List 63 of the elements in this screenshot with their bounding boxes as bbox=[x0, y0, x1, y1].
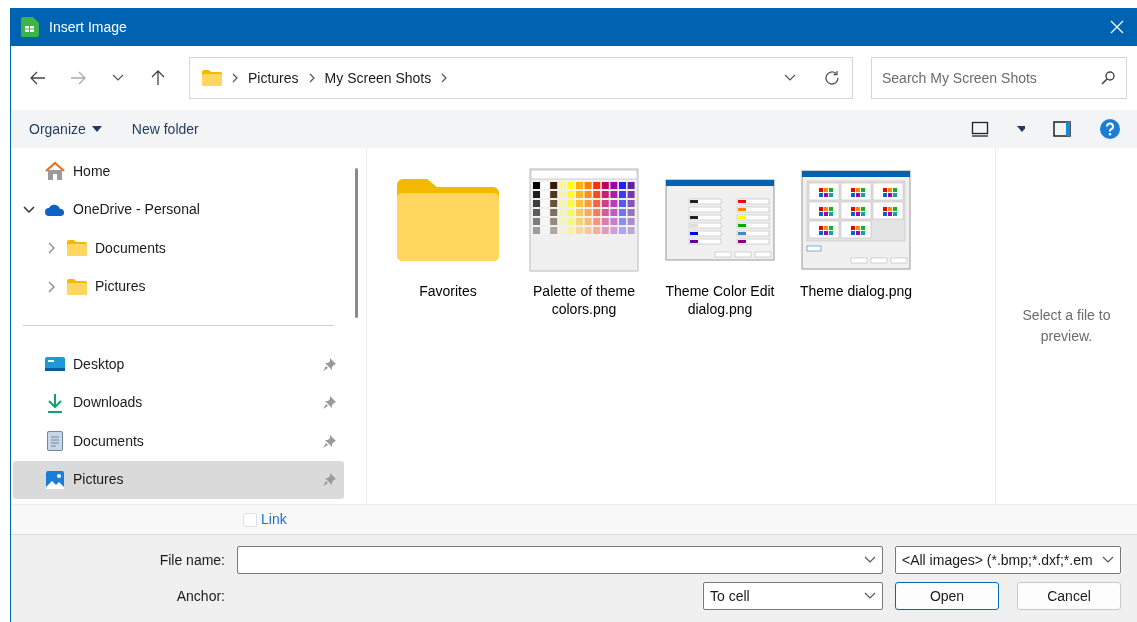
up-arrow-icon bbox=[151, 70, 165, 86]
open-button[interactable]: Open bbox=[895, 582, 999, 610]
dropdown-icon bbox=[864, 556, 876, 564]
chevron-icon bbox=[232, 73, 238, 83]
preview-pane-icon bbox=[1053, 121, 1071, 137]
anchor-label: Anchor: bbox=[176, 586, 225, 606]
sidebar-item[interactable]: Documents bbox=[13, 229, 344, 268]
file-item-name[interactable]: Theme Color Edit dialog.png bbox=[659, 282, 781, 319]
scrollbar-thumb[interactable] bbox=[354, 168, 358, 318]
home-icon bbox=[45, 162, 65, 181]
file-type-dropdown[interactable]: <All images> (*.bmp;*.dxf;*.em bbox=[895, 546, 1121, 574]
folder-icon bbox=[397, 179, 499, 261]
sidebar-item[interactable]: Pictures bbox=[13, 267, 344, 306]
back-arrow-icon bbox=[30, 71, 46, 85]
anchor-dropdown[interactable]: To cell bbox=[703, 582, 883, 610]
link-label[interactable]: Link bbox=[261, 509, 287, 530]
folder-icon bbox=[67, 278, 87, 295]
organize-button[interactable]: Organize bbox=[21, 114, 110, 144]
sidebar-item[interactable]: Downloads bbox=[13, 383, 344, 422]
file-item-name[interactable]: Theme dialog.png bbox=[799, 282, 913, 301]
sidebar-item[interactable]: Home bbox=[13, 152, 344, 191]
file-item-name[interactable]: Palette of theme colors.png bbox=[523, 282, 645, 319]
search-icon bbox=[1101, 71, 1115, 85]
file-name-label: File name: bbox=[159, 550, 225, 570]
file-item-name[interactable]: Favorites bbox=[419, 282, 477, 301]
close-icon bbox=[1110, 20, 1124, 34]
dropdown-icon bbox=[784, 74, 796, 82]
caret-icon bbox=[91, 126, 102, 132]
file-name-field[interactable] bbox=[237, 546, 883, 574]
sidebar-item[interactable]: Documents bbox=[13, 422, 344, 461]
new-folder-button[interactable]: New folder bbox=[123, 114, 207, 144]
link-checkbox[interactable] bbox=[243, 512, 257, 527]
desktop-icon bbox=[45, 357, 65, 372]
folder-icon bbox=[67, 240, 87, 257]
document-icon bbox=[45, 431, 65, 452]
spreadsheet-app-icon bbox=[21, 17, 39, 37]
sidebar-item[interactable]: OneDrive - Personal bbox=[13, 190, 344, 229]
sidebar-item[interactable]: Desktop bbox=[13, 345, 344, 384]
chevron-down-icon bbox=[112, 74, 124, 82]
cancel-button[interactable]: Cancel bbox=[1017, 582, 1121, 610]
expand-chevron-icon[interactable] bbox=[47, 242, 55, 255]
breadcrumb-item[interactable]: My Screen Shots bbox=[324, 67, 432, 89]
search-field[interactable]: Search My Screen Shots bbox=[871, 57, 1127, 99]
help-icon bbox=[1100, 119, 1120, 139]
address-bar[interactable]: Pictures My Screen Shots bbox=[189, 57, 853, 99]
forward-arrow-icon bbox=[70, 71, 86, 85]
sidebar-item[interactable]: Pictures bbox=[13, 460, 344, 499]
picture-icon bbox=[45, 470, 65, 489]
view-icon bbox=[971, 121, 989, 137]
download-icon bbox=[45, 392, 65, 413]
cloud-icon bbox=[45, 203, 65, 216]
collapse-chevron-icon[interactable] bbox=[23, 205, 35, 214]
chevron-icon bbox=[441, 73, 448, 83]
dropdown-icon bbox=[1102, 556, 1114, 564]
preview-message: Select a file to preview. bbox=[1021, 306, 1112, 346]
expand-chevron-icon[interactable] bbox=[47, 280, 55, 293]
chevron-icon bbox=[308, 73, 315, 83]
caret-icon bbox=[1017, 126, 1025, 132]
refresh-icon[interactable] bbox=[824, 70, 840, 86]
folder-icon bbox=[202, 70, 222, 86]
window-title: Insert Image bbox=[49, 17, 127, 37]
breadcrumb-item[interactable]: Pictures bbox=[248, 67, 299, 89]
dropdown-icon bbox=[864, 592, 876, 600]
